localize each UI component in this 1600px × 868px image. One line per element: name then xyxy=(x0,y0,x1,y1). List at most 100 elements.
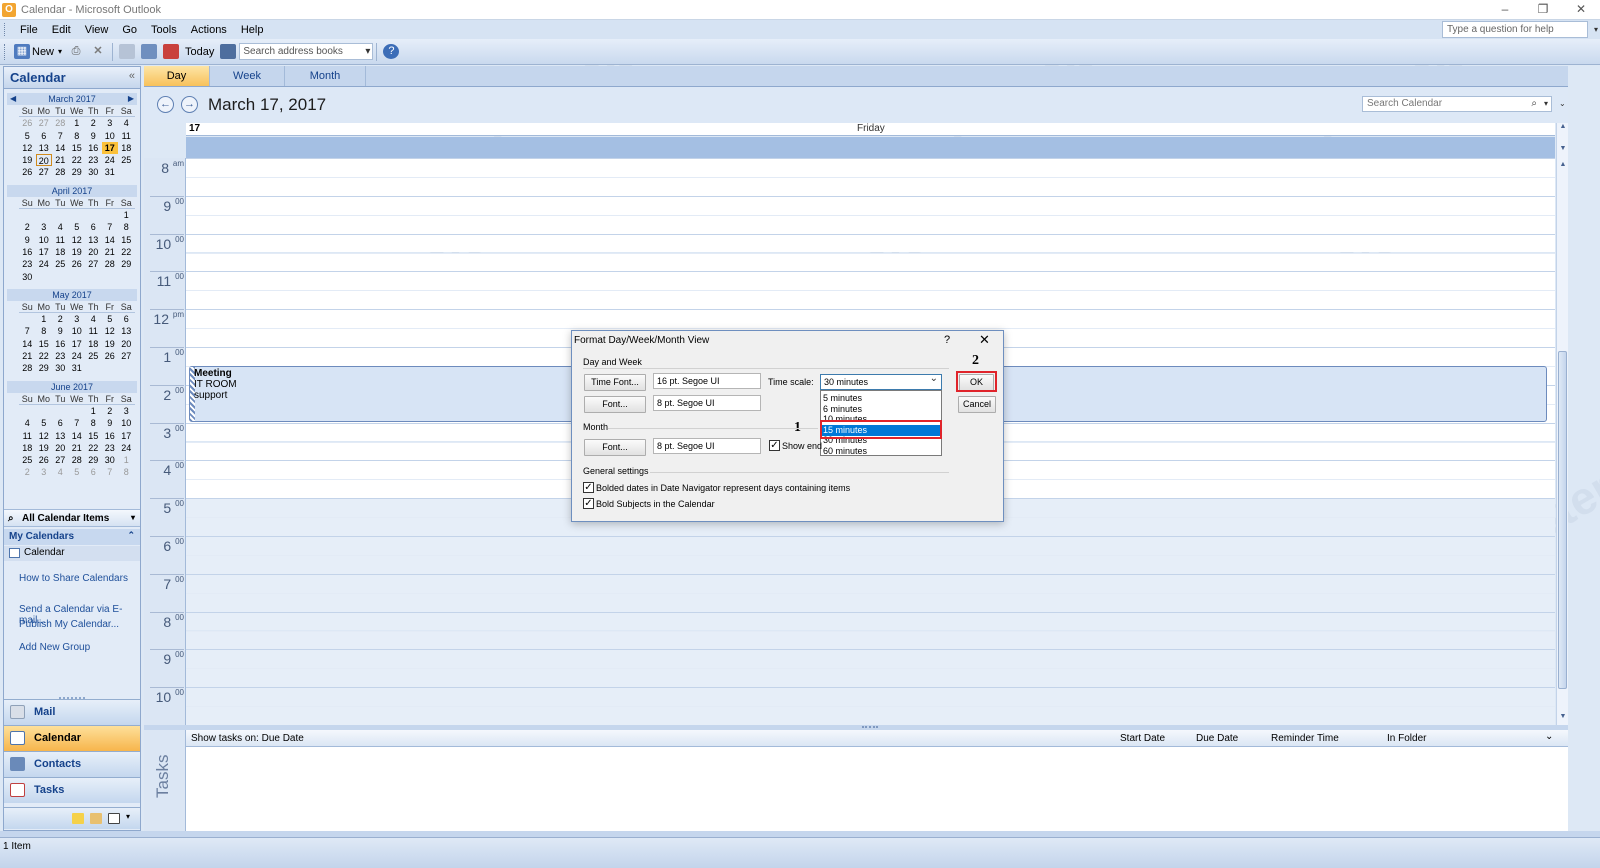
mini-calendar-day[interactable]: 18 xyxy=(85,338,102,350)
mini-calendar-day[interactable]: 6 xyxy=(52,417,69,429)
tab-month[interactable]: Month xyxy=(285,66,366,86)
mini-calendar-day[interactable]: 12 xyxy=(36,430,53,442)
mini-calendar-day[interactable]: 27 xyxy=(52,454,69,466)
mini-calendar-day[interactable]: 22 xyxy=(69,154,86,166)
mini-calendar-day[interactable]: 26 xyxy=(36,454,53,466)
column-in-folder[interactable]: In Folder xyxy=(1387,733,1426,744)
time-slot[interactable] xyxy=(186,158,1555,177)
mini-calendar-day[interactable]: 31 xyxy=(69,362,86,374)
mini-calendar-day[interactable]: 26 xyxy=(102,350,119,362)
mini-calendar-day[interactable]: 6 xyxy=(85,221,102,233)
time-slot[interactable] xyxy=(186,611,1555,631)
mini-calendar-day[interactable]: 13 xyxy=(118,325,135,337)
publish-calendar-link[interactable]: Publish My Calendar... xyxy=(19,619,119,630)
folder-list-icon[interactable] xyxy=(90,813,102,824)
bolded-dates-checkbox[interactable]: ✓ xyxy=(583,482,594,493)
mini-calendar-day[interactable]: 26 xyxy=(69,258,86,270)
mini-calendar-day[interactable]: 23 xyxy=(102,442,119,454)
mini-calendar-day[interactable]: 30 xyxy=(85,166,102,178)
time-slot[interactable] xyxy=(186,630,1555,650)
time-slot[interactable] xyxy=(186,290,1555,310)
mini-calendar-day[interactable]: 8 xyxy=(69,130,86,142)
menu-go[interactable]: Go xyxy=(115,24,144,36)
mini-calendar-day[interactable]: 7 xyxy=(52,130,69,142)
time-slot[interactable] xyxy=(186,309,1555,329)
mini-calendar-day[interactable]: 16 xyxy=(102,430,119,442)
mini-calendar-day[interactable]: 15 xyxy=(118,234,135,246)
mini-calendar-day[interactable]: 11 xyxy=(118,130,135,142)
mini-calendar-day[interactable]: 18 xyxy=(52,246,69,258)
mini-calendar-day[interactable]: 4 xyxy=(52,221,69,233)
mini-calendar-day[interactable]: 4 xyxy=(118,117,135,129)
address-book-button[interactable] xyxy=(217,41,239,63)
mini-calendar-day[interactable]: 14 xyxy=(69,430,86,442)
mini-calendar-day[interactable]: 9 xyxy=(19,234,36,246)
mini-calendar-day[interactable]: 6 xyxy=(36,130,53,142)
mini-calendar-day[interactable]: 18 xyxy=(19,442,36,454)
search-icon[interactable]: ⌕ xyxy=(1531,97,1537,111)
mini-calendar-day[interactable]: 1 xyxy=(118,209,135,221)
configure-buttons-icon[interactable]: ▾ xyxy=(126,812,130,821)
time-scale-option[interactable]: 6 minutes xyxy=(821,404,941,415)
time-slot[interactable] xyxy=(186,573,1555,593)
mini-calendar-day[interactable]: 29 xyxy=(69,166,86,178)
address-search-input[interactable]: Search address books xyxy=(239,43,374,60)
scroll-up-icon[interactable]: ▲ xyxy=(1558,123,1568,130)
mini-calendar-day[interactable]: 3 xyxy=(36,221,53,233)
mini-calendar-day[interactable]: 3 xyxy=(102,117,119,129)
mini-calendar-day[interactable]: 7 xyxy=(102,221,119,233)
time-slot[interactable] xyxy=(186,271,1555,291)
mini-calendar-day[interactable]: 21 xyxy=(102,246,119,258)
restore-icon[interactable]: ❐ xyxy=(1524,0,1562,20)
mini-calendar-day[interactable]: 11 xyxy=(85,325,102,337)
mini-calendar-day[interactable]: 27 xyxy=(36,117,53,129)
menu-actions[interactable]: Actions xyxy=(184,24,234,36)
nav-button-contacts[interactable]: Contacts xyxy=(4,751,140,777)
mini-calendar-day[interactable]: 15 xyxy=(36,338,53,350)
time-slot[interactable] xyxy=(186,195,1555,215)
minimize-icon[interactable]: – xyxy=(1486,0,1524,20)
mini-calendar-day[interactable]: 14 xyxy=(102,234,119,246)
mini-calendar-day[interactable]: 25 xyxy=(85,350,102,362)
mini-calendar-day[interactable]: 1 xyxy=(85,405,102,417)
time-slot[interactable] xyxy=(186,706,1555,725)
mini-calendar-day[interactable]: 17 xyxy=(36,246,53,258)
mini-calendar-day[interactable]: 21 xyxy=(52,154,69,166)
mini-calendar-day[interactable]: 12 xyxy=(19,142,36,154)
mini-calendar-day[interactable]: 12 xyxy=(69,234,86,246)
time-scale-option[interactable]: 5 minutes xyxy=(821,393,941,404)
mini-calendar-day[interactable]: 1 xyxy=(36,313,53,325)
menu-file[interactable]: File xyxy=(13,24,45,36)
mini-calendar-day[interactable]: 2 xyxy=(52,313,69,325)
mini-calendar-day[interactable]: 17 xyxy=(101,141,118,155)
vertical-scrollbar[interactable]: ▲ ▼ ▲ ▼ xyxy=(1556,123,1568,725)
mini-calendar-day[interactable]: 26 xyxy=(19,166,36,178)
mini-calendar-day[interactable]: 7 xyxy=(19,325,36,337)
mini-calendar-day[interactable]: 22 xyxy=(36,350,53,362)
scroll-up-icon[interactable]: ▲ xyxy=(1558,161,1568,168)
menu-edit[interactable]: Edit xyxy=(45,24,78,36)
mini-calendar-day[interactable]: 3 xyxy=(36,466,53,478)
cancel-button[interactable]: Cancel xyxy=(958,396,996,413)
menu-tools[interactable]: Tools xyxy=(144,24,184,36)
mini-calendar-day[interactable]: 11 xyxy=(52,234,69,246)
mini-calendar-day[interactable]: 20 xyxy=(118,338,135,350)
mini-calendar-day[interactable]: 2 xyxy=(19,221,36,233)
time-scale-option[interactable]: 60 minutes xyxy=(821,446,941,457)
mini-calendar-day[interactable]: 5 xyxy=(69,221,86,233)
mini-calendar-day[interactable]: 10 xyxy=(36,234,53,246)
mini-calendar-day[interactable]: 16 xyxy=(52,338,69,350)
time-slot[interactable] xyxy=(186,536,1555,555)
mini-calendar-day[interactable]: 19 xyxy=(19,154,36,166)
mini-calendar-day[interactable]: 27 xyxy=(118,350,135,362)
mini-calendar-day[interactable]: 19 xyxy=(69,246,86,258)
mini-calendar-day[interactable]: 2 xyxy=(85,117,102,129)
calendar-list-item[interactable]: Calendar xyxy=(4,546,140,561)
mini-calendar-day[interactable]: 17 xyxy=(69,338,86,350)
mini-calendar-day[interactable]: 21 xyxy=(19,350,36,362)
show-end-checkbox[interactable]: ✓ xyxy=(769,440,780,451)
nav-button-tasks[interactable]: Tasks xyxy=(4,777,140,803)
mini-calendar-day[interactable]: 18 xyxy=(118,142,135,154)
mini-calendar-day[interactable]: 29 xyxy=(36,362,53,374)
mini-calendar-day[interactable]: 8 xyxy=(118,221,135,233)
